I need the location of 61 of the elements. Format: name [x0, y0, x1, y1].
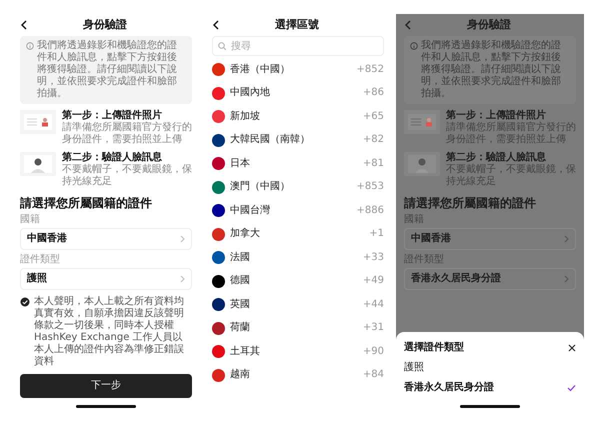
field-value: 中國香港: [27, 233, 68, 246]
select-field[interactable]: 護照: [20, 268, 192, 290]
checkbox[interactable]: [20, 297, 30, 307]
region-item[interactable]: 加拿大 +1: [212, 222, 384, 246]
portrait-silhouette-drawing: [404, 152, 440, 176]
id-card-drawing: [404, 110, 440, 134]
region-item[interactable]: 香港（中國） +852: [212, 58, 384, 82]
screen-title: 選擇區號: [274, 18, 320, 32]
home-indicator: [76, 405, 136, 408]
region-item[interactable]: 越南 +84: [212, 364, 384, 387]
select-field[interactable]: 香港永久居民身分證: [404, 268, 576, 290]
check-icon: [567, 384, 576, 392]
sheet-title: 選擇證件類型: [404, 342, 465, 354]
sheet-option[interactable]: 香港永久居民身分證: [404, 378, 576, 398]
field-label: 證件類型: [20, 254, 61, 266]
step-title: 第一步：上傳證件照片: [446, 110, 547, 122]
back-icon[interactable]: [20, 20, 28, 30]
region-item[interactable]: 大韓民國（南韓） +82: [212, 128, 384, 152]
step-title: 第一步：上傳證件照片: [62, 110, 163, 122]
home-indicator: [460, 405, 520, 408]
info-icon: [410, 42, 418, 50]
field-label: 國籍: [20, 214, 41, 226]
region-item[interactable]: 新加坡 +65: [212, 105, 384, 128]
field-value: 護照: [27, 273, 48, 286]
field-value: 香港永久居民身分證: [411, 273, 502, 286]
step-description: 不要戴帽子，不要戴眼鏡，保持光線充足: [62, 164, 192, 188]
section-heading: 請選擇您所屬國籍的證件: [20, 196, 153, 210]
region-item[interactable]: 中國內地 +86: [212, 82, 384, 105]
sheet-option[interactable]: 護照: [404, 358, 576, 378]
region-item[interactable]: 日本 +81: [212, 152, 384, 176]
select-field[interactable]: 中國香港: [20, 228, 192, 250]
portrait-silhouette-drawing: [20, 152, 56, 176]
region-item[interactable]: 德國 +49: [212, 270, 384, 293]
search-field[interactable]: 搜尋: [212, 36, 384, 56]
step-description: 請準備您所屬國籍官方發行的身份證件，需要拍照並上傳: [62, 122, 192, 146]
step-title: 第二步：驗證人臉訊息: [446, 152, 547, 164]
back-icon[interactable]: [212, 20, 220, 30]
chevron-icon: [564, 235, 569, 244]
select-field[interactable]: 中國香港: [404, 228, 576, 250]
screen-title: 身份驗證: [466, 18, 512, 32]
region-item[interactable]: 澳門（中國） +853: [212, 176, 384, 199]
chevron-icon: [180, 235, 185, 244]
region-item[interactable]: 荷蘭 +31: [212, 316, 384, 340]
section-heading: 請選擇您所屬國籍的證件: [404, 196, 537, 210]
field-value: 中國香港: [411, 233, 452, 246]
region-item[interactable]: 土耳其 +90: [212, 340, 384, 364]
region-item[interactable]: 英國 +44: [212, 293, 384, 316]
info-icon: [26, 42, 34, 50]
screen-title: 身份驗證: [82, 18, 128, 32]
notice-text: 我們將透過錄影和機驗證您的證件和人臉訊息，點擊下方按鈕後將獲得驗證。請仔細閱讀以下說明，並依照要求完成證件和臉部拍攝。: [37, 40, 178, 100]
chevron-icon: [180, 275, 185, 284]
region-item[interactable]: 法國 +33: [212, 246, 384, 270]
step-title: 第二步：驗證人臉訊息: [62, 152, 163, 164]
search-icon: [218, 42, 226, 50]
close-icon[interactable]: [568, 344, 576, 352]
notice-text: 我們將透過錄影和機驗證您的證件和人臉訊息，點擊下方按鈕後將獲得驗證。請仔細閱讀以下說明，並依照要求完成證件和臉部拍攝。: [421, 40, 562, 100]
chevron-icon: [564, 275, 569, 284]
region-item[interactable]: 中國台灣 +886: [212, 199, 384, 222]
id-card-drawing: [20, 110, 56, 134]
next-button[interactable]: 下一步: [20, 374, 192, 398]
declaration-text: 本人聲明，本人上載之所有資料均真實有效，自願承擔因違反該聲明條款之一切後果，同時本人授權 HashKey Exchange 工作人員以本人上傳的證件內容為準修正錯誤資料: [34, 296, 185, 368]
